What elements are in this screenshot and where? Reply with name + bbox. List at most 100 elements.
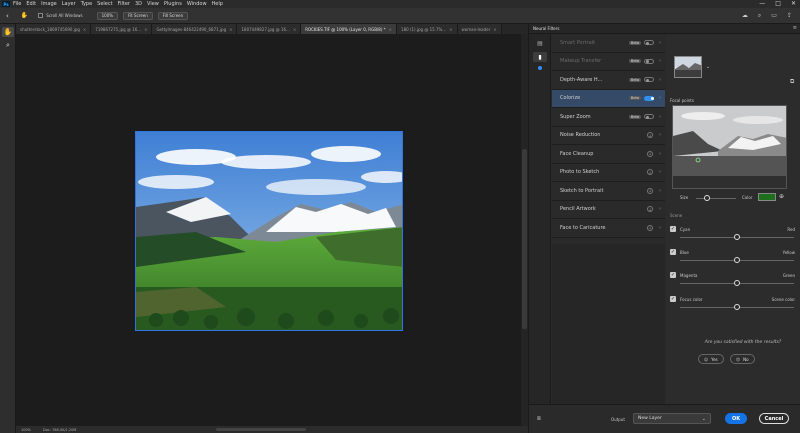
slider-knob[interactable] [734, 257, 740, 263]
slider-knob[interactable] [734, 234, 740, 240]
filter-item-face-cleanup[interactable]: Face Cleanup ↓ › [552, 145, 665, 164]
tab-close-icon[interactable]: × [144, 27, 147, 32]
output-select[interactable]: New Layer ⌄ [633, 413, 711, 424]
thumbnail-dropdown-icon[interactable]: ⌄ [706, 64, 710, 70]
filter-item-sketch-to-portrait[interactable]: Sketch to Portrait ↓ › [552, 182, 665, 201]
download-icon[interactable]: ↓ [647, 224, 653, 231]
menu-bar: Ps File Edit Image Layer Type Select Filter 3D V… [0, 0, 800, 8]
no-button[interactable]: ☹ No [730, 354, 755, 364]
menu-item-edit[interactable]: Edit [26, 1, 36, 7]
download-icon[interactable]: ↓ [647, 169, 653, 176]
checkbox-icon[interactable] [38, 13, 44, 18]
tab-close-icon[interactable]: × [449, 27, 452, 32]
menu-item-help[interactable]: Help [212, 1, 223, 7]
slider-checkbox[interactable]: ✓ [670, 249, 676, 255]
menu-item-select[interactable]: Select [97, 1, 112, 7]
cloud-icon[interactable]: ☁ [742, 12, 748, 20]
hand-tool-icon[interactable]: ✋ [21, 12, 28, 19]
menu-item-type[interactable]: Type [81, 1, 92, 7]
save-preset-icon[interactable]: ⧉ [790, 78, 794, 86]
filter-toggle[interactable] [644, 114, 654, 120]
menu-item-image[interactable]: Image [41, 1, 57, 7]
download-icon[interactable]: ↓ [647, 206, 653, 213]
filter-item-noise-reduction[interactable]: Noise Reduction ↓ › [552, 127, 665, 145]
cancel-button[interactable]: Cancel [759, 413, 789, 424]
slider-checkbox[interactable]: ✓ [670, 226, 676, 232]
filter-toggle[interactable] [644, 58, 654, 64]
reference-thumbnail[interactable] [674, 56, 702, 78]
close-button[interactable]: ✕ [791, 0, 796, 7]
minimize-button[interactable]: — [759, 0, 765, 7]
menu-item-layer[interactable]: Layer [62, 1, 76, 7]
download-icon[interactable]: ↓ [647, 187, 653, 194]
tab-document[interactable]: shutterstock_1869745690.jpg × [16, 24, 92, 34]
add-focal-point-icon[interactable]: ⊕ [779, 193, 784, 200]
tab-close-icon[interactable]: × [493, 27, 496, 32]
color-slider[interactable] [680, 280, 794, 286]
vertical-scrollbar[interactable] [521, 34, 528, 426]
document-info[interactable]: Doc: 768.0K/1.20M [43, 428, 76, 432]
zoom-100-button[interactable]: 100% [96, 11, 119, 20]
tab-document[interactable]: 180 (1).jpg @ 15.7%... × [397, 24, 458, 34]
tab-document[interactable]: 719867275.jpg @ 16... × [91, 24, 153, 34]
slider-checkbox[interactable]: ✓ [670, 272, 676, 278]
filter-item-face-to-caricature[interactable]: Face to Caricature ↓ › [552, 219, 665, 238]
filter-item-depth-aware-h[interactable]: Depth-Aware H... Beta › [552, 71, 665, 90]
zoom-level[interactable]: 100% [21, 428, 31, 432]
fit-screen-button[interactable]: Fit Screen [123, 11, 153, 20]
focal-points-preview[interactable] [672, 105, 787, 189]
tab-document[interactable]: ROCKIES.TIF @ 100% (Layer 0, RGB/8) * × [301, 24, 398, 34]
slider-knob[interactable] [734, 280, 740, 286]
hand-tool-icon[interactable]: ✋ [2, 27, 14, 37]
tab-close-icon[interactable]: × [83, 27, 86, 32]
filter-item-super-zoom[interactable]: Super Zoom Beta › [552, 108, 665, 127]
search-icon[interactable]: ⌕ [758, 12, 761, 20]
compare-icon[interactable]: ⧈ [537, 415, 541, 423]
scrollbar-thumb[interactable] [522, 149, 527, 329]
size-slider-knob[interactable] [704, 195, 711, 201]
slider-knob[interactable] [734, 304, 740, 310]
download-icon[interactable]: ↓ [647, 150, 653, 157]
menu-item-view[interactable]: View [147, 1, 159, 7]
filter-toggle[interactable] [644, 77, 654, 83]
size-slider[interactable] [696, 195, 736, 201]
tab-close-icon[interactable]: × [389, 27, 392, 32]
filter-toggle[interactable] [644, 95, 654, 101]
slider-checkbox[interactable]: ✓ [670, 296, 676, 302]
filter-item-pencil-artwork[interactable]: Pencil Artwork ↓ › [552, 201, 665, 219]
menu-item-file[interactable]: File [13, 1, 21, 7]
filter-item-makeup-transfer[interactable]: Makeup Transfer Beta › [552, 53, 665, 71]
fill-screen-button[interactable]: Fill Screen [157, 11, 189, 20]
workspace-icon[interactable]: ▭ [771, 12, 777, 20]
share-icon[interactable]: ⇪ [787, 12, 792, 20]
color-slider[interactable] [680, 257, 794, 263]
panel-menu-icon[interactable]: ≡ [793, 25, 797, 31]
filter-toggle[interactable] [644, 40, 654, 46]
color-slider[interactable] [680, 234, 794, 240]
filter-item-photo-to-sketch[interactable]: Photo to Sketch ↓ › [552, 164, 665, 182]
zoom-tool-icon[interactable]: ⌕ [2, 40, 14, 50]
menu-item-window[interactable]: Window [187, 1, 207, 7]
filter-item-smart-portrait[interactable]: Smart Portrait Beta › [552, 34, 665, 53]
document-image[interactable] [135, 131, 403, 331]
tab-document[interactable]: GettyImages-846422490_6871.jpg × [152, 24, 238, 34]
filter-item-colorize[interactable]: Colorize Beta › [552, 89, 665, 108]
back-arrow-icon[interactable]: ‹ [6, 12, 9, 20]
ok-button[interactable]: OK [725, 413, 747, 424]
all-filters-icon[interactable]: ▤ [533, 38, 547, 48]
menu-item-3d[interactable]: 3D [135, 1, 142, 7]
focal-color-swatch[interactable] [758, 193, 776, 201]
download-icon[interactable]: ↓ [647, 132, 653, 139]
featured-filters-icon[interactable]: ▮ [533, 52, 547, 62]
color-slider[interactable] [680, 304, 794, 310]
tab-document[interactable]: 1807449827.jpg @ 16... × [237, 24, 302, 34]
tab-close-icon[interactable]: × [229, 27, 232, 32]
scroll-all-windows-checkbox[interactable]: Scroll All Windows [38, 13, 83, 18]
tab-document[interactable]: woman-leader × [457, 24, 502, 34]
menu-item-filter[interactable]: Filter [118, 1, 130, 7]
yes-button[interactable]: ☺ Yes [698, 354, 724, 364]
horizontal-scrollbar[interactable] [216, 428, 306, 431]
maximize-button[interactable]: □ [775, 0, 781, 7]
tab-close-icon[interactable]: × [293, 27, 296, 32]
menu-item-plugins[interactable]: Plugins [164, 1, 182, 7]
